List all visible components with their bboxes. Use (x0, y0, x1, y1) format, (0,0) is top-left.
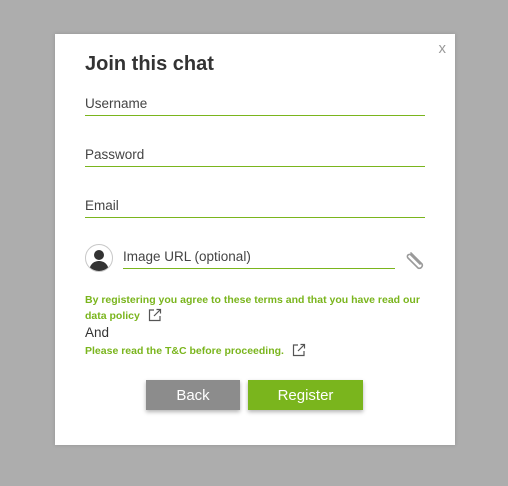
and-text: And (85, 325, 110, 340)
username-field-wrapper (85, 93, 425, 116)
back-button[interactable]: Back (146, 380, 240, 410)
dialog-title: Join this chat (85, 53, 214, 75)
image-url-field-wrapper (123, 246, 395, 269)
user-avatar-icon (85, 244, 113, 272)
password-field-wrapper (85, 144, 425, 167)
external-link-icon[interactable] (292, 343, 306, 362)
email-input[interactable] (85, 195, 425, 215)
tc-link[interactable]: Please read the T&C before proceeding. (85, 345, 284, 357)
terms-agreement-text: By registering you agree to these terms … (85, 294, 420, 306)
terms-agreement: By registering you agree to these terms … (85, 292, 425, 327)
close-button[interactable]: x (439, 41, 447, 56)
paperclip-icon[interactable] (403, 246, 429, 272)
register-button[interactable]: Register (248, 380, 363, 410)
join-chat-dialog: x Join this chat By registering you agre… (55, 34, 455, 445)
tc-notice: Please read the T&C before proceeding. (85, 343, 425, 362)
password-input[interactable] (85, 144, 425, 164)
image-url-input[interactable] (123, 246, 395, 266)
email-field-wrapper (85, 195, 425, 218)
external-link-icon[interactable] (148, 308, 162, 327)
data-policy-link[interactable]: data policy (85, 310, 140, 322)
username-input[interactable] (85, 93, 425, 113)
